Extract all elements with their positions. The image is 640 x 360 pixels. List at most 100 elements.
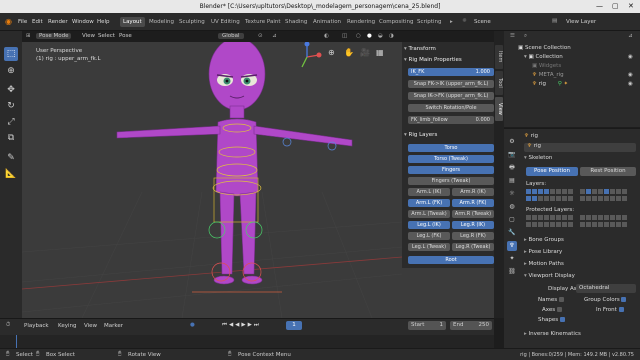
bone-constraint-props-icon[interactable]: ⛓	[507, 267, 517, 277]
object-props-icon[interactable]: ▢	[507, 215, 517, 225]
layer-toggle-cell[interactable]	[538, 196, 543, 201]
material-shading-icon[interactable]: ◒	[378, 33, 383, 39]
group-colors-checkbox[interactable]	[621, 297, 627, 302]
layer-toggle-cell[interactable]	[616, 215, 621, 220]
rendered-shading-icon[interactable]: ◑	[389, 33, 394, 39]
menu-help[interactable]: Help	[97, 19, 110, 25]
layer-arm-l-fk-button[interactable]: Arm.L (FK)	[408, 199, 450, 207]
layer-toggle-cell[interactable]	[622, 215, 627, 220]
armature-data-field[interactable]: ♆ rig	[524, 143, 636, 152]
shapes-checkbox[interactable]	[559, 317, 565, 322]
fk-limb-follow-slider[interactable]: FK_limb_follow 0.000	[408, 116, 494, 124]
current-frame-field[interactable]: 1	[286, 321, 302, 330]
layer-toggle-cell[interactable]	[526, 222, 531, 227]
wireframe-shading-icon[interactable]: ○	[356, 33, 361, 39]
cursor-tool-icon[interactable]: ⊕	[4, 64, 18, 78]
layer-torso-tweak-button[interactable]: Torso (Tweak)	[408, 155, 494, 163]
layer-toggle-cell[interactable]	[604, 222, 609, 227]
object-context[interactable]: ♆ rig	[524, 133, 538, 139]
layer-toggle-cell[interactable]	[616, 196, 621, 201]
layer-toggle-cell[interactable]	[586, 196, 591, 201]
tab-uv-editing[interactable]: UV Editing	[208, 17, 243, 27]
layer-root-button[interactable]: Root	[408, 256, 494, 264]
names-checkbox-row[interactable]: Names	[538, 297, 564, 303]
layer-toggle-cell[interactable]	[616, 189, 621, 194]
visibility-eye-icon[interactable]: ◉	[628, 72, 633, 78]
tab-animation[interactable]: Animation	[310, 17, 344, 27]
transform-header[interactable]: Transform	[404, 44, 492, 54]
layer-toggle-cell[interactable]	[598, 222, 603, 227]
camera-view-icon[interactable]: 🎥	[360, 48, 370, 57]
more-tabs-icon[interactable]: ▸	[450, 19, 453, 25]
layer-toggle-cell[interactable]	[622, 189, 627, 194]
view-layer-props-icon[interactable]: ▤	[507, 176, 517, 186]
tab-texture-paint[interactable]: Texture Paint	[242, 17, 284, 27]
layer-toggle-cell[interactable]	[532, 189, 537, 194]
in-front-checkbox-row[interactable]: In Front	[596, 307, 624, 313]
orientation-selector[interactable]: Global	[218, 33, 244, 39]
transform-tool-icon[interactable]: ⧉	[4, 131, 18, 145]
world-props-icon[interactable]: ◍	[507, 202, 517, 212]
outliner-row-collection[interactable]: ▾ ▣ Collection	[524, 54, 563, 60]
zoom-icon[interactable]: ⊕	[328, 48, 335, 57]
layer-toggle-cell[interactable]	[592, 189, 597, 194]
visibility-eye-icon[interactable]: ◉	[628, 81, 633, 87]
pan-hand-icon[interactable]: ✋	[344, 48, 354, 57]
outliner-editor-icon[interactable]: ☰	[510, 33, 515, 39]
menu-keying[interactable]: Keying	[58, 323, 76, 329]
rotate-tool-icon[interactable]: ↻	[4, 99, 18, 113]
layer-toggle-cell[interactable]	[592, 222, 597, 227]
playhead[interactable]	[16, 335, 17, 349]
layer-toggle-cell[interactable]	[604, 189, 609, 194]
view-layer-name[interactable]: View Layer	[566, 19, 596, 25]
navigation-gizmo-icon[interactable]	[292, 42, 322, 72]
skeleton-section[interactable]: Skeleton	[524, 155, 553, 161]
layer-toggle-cell[interactable]	[526, 196, 531, 201]
select-box-tool-icon[interactable]: ⬚	[4, 47, 18, 61]
layer-arm-l-ik-button[interactable]: Arm.L (IK)	[408, 188, 450, 196]
tab-modeling[interactable]: Modeling	[146, 17, 177, 27]
move-tool-icon[interactable]: ✥	[4, 83, 18, 97]
shapes-checkbox-row[interactable]: Shapes	[538, 317, 565, 323]
layer-toggle-cell[interactable]	[586, 189, 591, 194]
rig-main-properties-header[interactable]: Rig Main Properties	[404, 55, 492, 65]
motion-paths-section[interactable]: Motion Paths	[524, 261, 564, 267]
tab-sculpting[interactable]: Sculpting	[176, 17, 208, 27]
layer-toggle-cell[interactable]	[568, 222, 573, 227]
layer-toggle-cell[interactable]	[568, 196, 573, 201]
outliner-filter-icon[interactable]: ⊿	[628, 33, 633, 39]
scale-tool-icon[interactable]: ⤢	[4, 115, 18, 129]
layer-toggle-cell[interactable]	[526, 215, 531, 220]
snap-fk-to-ik-button[interactable]: Snap FK->IK (upper_arm_fk.L)	[408, 80, 494, 88]
layer-toggle-cell[interactable]	[562, 222, 567, 227]
rig-layers-header[interactable]: Rig Layers	[404, 130, 492, 140]
layer-toggle-cell[interactable]	[598, 215, 603, 220]
tab-compositing[interactable]: Compositing	[376, 17, 416, 27]
tab-shading[interactable]: Shading	[282, 17, 310, 27]
layer-arm-l-tweak-button[interactable]: Arm.L (Tweak)	[408, 210, 450, 218]
layer-toggle-cell[interactable]	[556, 222, 561, 227]
inverse-kinematics-section[interactable]: Inverse Kinematics	[524, 331, 581, 337]
close-icon[interactable]: ✕	[628, 2, 634, 10]
layer-toggle-cell[interactable]	[610, 222, 615, 227]
armature-data-props-icon[interactable]: ♆	[507, 241, 517, 251]
layer-toggle-cell[interactable]	[568, 189, 573, 194]
layer-toggle-cell[interactable]	[538, 222, 543, 227]
maximize-icon[interactable]: ▢	[612, 2, 619, 10]
layer-toggle-cell[interactable]	[526, 189, 531, 194]
menu-timeline-view[interactable]: View	[84, 323, 97, 329]
menu-select[interactable]: Select	[98, 33, 115, 39]
switch-rotation-pole-button[interactable]: Switch Rotation/Pole	[408, 104, 494, 112]
outliner-row-rig[interactable]: ♆ rig ⚲ ✦	[532, 81, 568, 87]
layer-toggle-cell[interactable]	[598, 196, 603, 201]
names-checkbox[interactable]	[558, 297, 564, 302]
annotate-tool-icon[interactable]: ✎	[4, 151, 18, 165]
layer-toggle-cell[interactable]	[556, 189, 561, 194]
layer-leg-l-ik-button[interactable]: Leg.L (IK)	[408, 221, 450, 229]
auto-keying-icon[interactable]: ●	[190, 322, 195, 328]
layer-fingers-button[interactable]: Fingers	[408, 166, 494, 174]
menu-file[interactable]: File	[18, 19, 27, 25]
menu-marker[interactable]: Marker	[104, 323, 123, 329]
menu-edit[interactable]: Edit	[32, 19, 43, 25]
measure-tool-icon[interactable]: 📐	[4, 167, 18, 181]
